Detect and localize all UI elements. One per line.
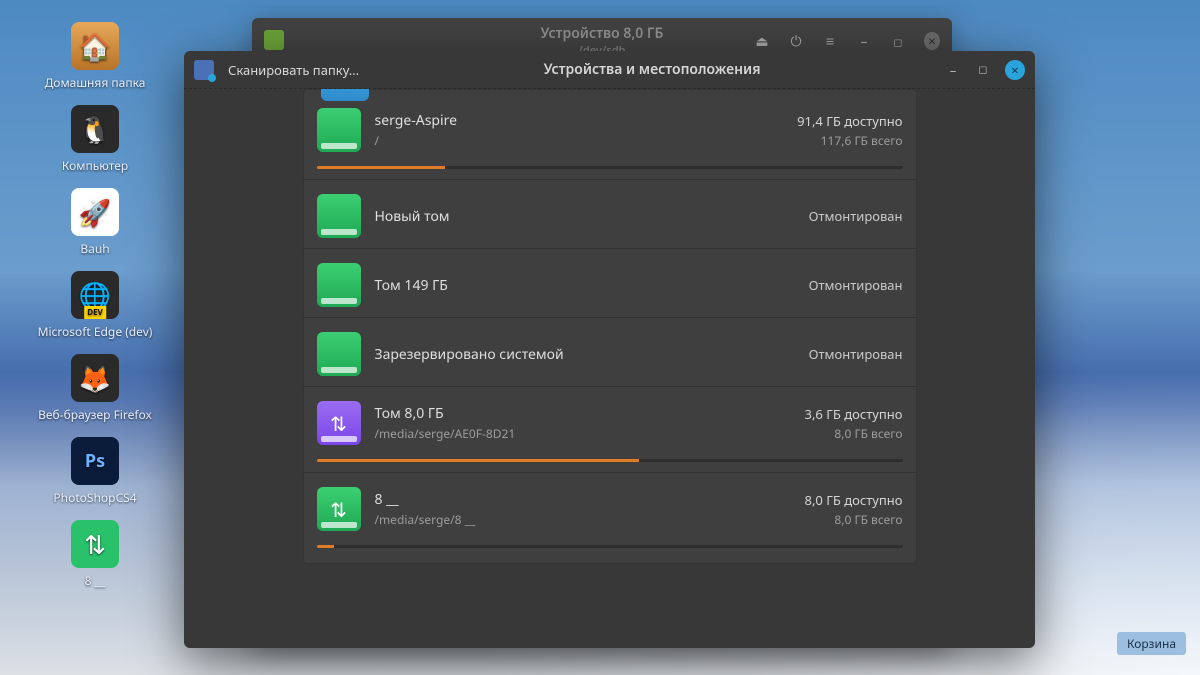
window-title: Устройства и местоположения [373,60,931,79]
volume-item[interactable]: 8 __ /media/serge/8 __ 8,0 ГБ доступно 8,0 … [303,473,917,558]
disk-analyzer-icon [194,60,214,80]
volume-item[interactable]: Новый том Отмонтирован [303,180,917,249]
volume-total: 8,0 ГБ всего [805,425,903,442]
house-icon [71,22,119,70]
maximize-button[interactable] [890,32,906,51]
scan-folder-button[interactable]: Сканировать папку… [228,61,359,79]
desktop-icon[interactable]: Веб-браузер Firefox [20,354,170,423]
disk-usage-window: Сканировать папку… Устройства и местопол… [184,51,1035,648]
volume-unmounted-label: Отмонтирован [809,345,903,363]
volume-item[interactable]: serge-Aspire / 91,4 ГБ доступно 117,6 ГБ вс… [303,94,917,180]
volume-name: Том 8,0 ГБ [375,404,791,423]
desktop-icon-label: Bauh [80,240,109,257]
desktop-icon-label: PhotoShopCS4 [53,489,136,506]
hard-drive-icon [317,263,361,307]
desktop-icon-label: Веб-браузер Firefox [38,406,152,423]
volume-unmounted-label: Отмонтирован [809,276,903,294]
usage-bar [317,166,903,169]
volume-item[interactable]: Том 149 ГБ Отмонтирован [303,249,917,318]
volume-name: Новый том [375,207,795,226]
window-header: Сканировать папку… Устройства и местопол… [184,51,1035,89]
usage-bar [317,459,903,462]
volume-path: / [375,132,784,149]
desktop-icon-label: 8 __ [85,572,106,589]
tux-icon [71,105,119,153]
power-icon[interactable] [788,32,804,51]
desktop-icon[interactable]: Microsoft Edge (dev) [20,271,170,340]
volume-name: serge-Aspire [375,111,784,130]
desktop-icons: Домашняя папка Компьютер Bauh Microsoft Edg… [20,22,170,589]
ff-icon [71,354,119,402]
desktop-icon[interactable]: Bauh [20,188,170,257]
rocket-icon [71,188,119,236]
hamburger-icon[interactable] [822,32,838,51]
minimize-button[interactable] [856,32,872,51]
volume-total: 117,6 ГБ всего [797,132,902,149]
desktop-icon-label: Компьютер [62,157,128,174]
usb-icon [71,520,119,568]
usb-drive-icon [317,401,361,445]
hard-drive-icon [317,194,361,238]
usage-bar [317,545,903,548]
volume-name: Том 149 ГБ [375,276,795,295]
volume-total: 8,0 ГБ всего [805,511,903,528]
volume-available: 8,0 ГБ доступно [805,491,903,509]
minimize-button[interactable]: – [945,61,961,79]
volume-item[interactable]: Том 8,0 ГБ/media/serge/AE0F-8D21 3,6 ГБ д… [303,387,917,473]
back-window-appicon [264,30,284,50]
trash-label[interactable]: Корзина [1117,632,1186,655]
volume-path: /media/serge/AE0F-8D21 [375,425,791,442]
usb-drive-icon [317,487,361,531]
volume-item[interactable]: Зарезервировано системой Отмонтирован [303,318,917,387]
back-window-title: Устройство 8,0 ГБ [541,24,664,43]
close-button[interactable]: × [1005,60,1025,80]
desktop-icon-label: Microsoft Edge (dev) [38,323,153,340]
volume-available: 91,4 ГБ доступно [797,112,902,130]
desktop-icon[interactable]: Компьютер [20,105,170,174]
volume-available: 3,6 ГБ доступно [805,405,903,423]
edge-icon [71,271,119,319]
volumes-panel: serge-Aspire / 91,4 ГБ доступно 117,6 ГБ вс… [303,89,917,564]
desktop-icon[interactable]: 8 __ [20,520,170,589]
volume-name: 8 __ [375,490,791,509]
hard-drive-icon [317,108,361,152]
eject-icon[interactable] [754,32,770,51]
desktop-icon-label: Домашняя папка [45,74,146,91]
desktop-icon[interactable]: PhotoShopCS4 [20,437,170,506]
hard-drive-icon [317,332,361,376]
ps-icon [71,437,119,485]
volume-name: Зарезервировано системой [375,345,795,364]
volume-path: /media/serge/8 __ [375,511,791,528]
maximize-button[interactable]: ◻ [975,62,991,77]
close-button[interactable]: × [924,32,940,50]
desktop-icon[interactable]: Домашняя папка [20,22,170,91]
volume-unmounted-label: Отмонтирован [809,207,903,225]
